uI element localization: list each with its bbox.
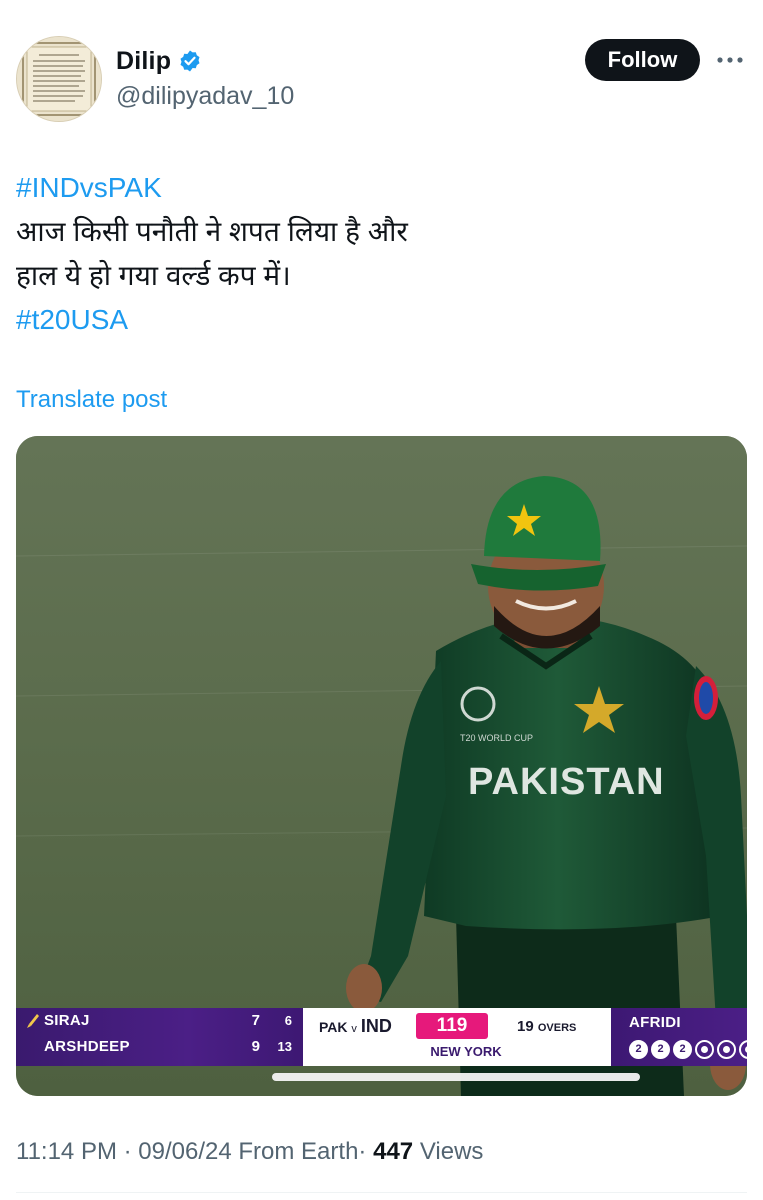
ball-indicator — [739, 1040, 747, 1059]
post-text-line: आज किसी पनौती ने शपत लिया है और — [16, 216, 408, 247]
post-time[interactable]: 11:14 PM — [16, 1138, 117, 1165]
post-source: From Earth — [238, 1138, 359, 1165]
views-label[interactable]: Views — [420, 1138, 484, 1165]
svg-text:T20 WORLD CUP: T20 WORLD CUP — [460, 733, 533, 743]
over-balls: 222 — [629, 1040, 747, 1059]
document-scroll-avatar-image — [17, 37, 101, 121]
ball-indicator — [717, 1040, 736, 1059]
ball-indicator: 2 — [651, 1040, 670, 1059]
batter-balls: 13 — [277, 1039, 292, 1054]
ball-indicator — [695, 1040, 714, 1059]
bowler-panel: AFRIDI 222 — [611, 1008, 747, 1066]
video-scrubber-bar[interactable] — [272, 1073, 640, 1081]
overs-unit: OVERS — [537, 1022, 577, 1034]
meta-separator: · — [358, 1138, 367, 1165]
batter-runs: 9 — [251, 1038, 260, 1055]
post-text: #INDvsPAK आज किसी पनौती ने शपत लिया है औ… — [16, 166, 736, 342]
ball-indicator: 2 — [629, 1040, 648, 1059]
overs-number: 19 — [517, 1018, 534, 1035]
divider — [16, 1192, 747, 1193]
bowling-team: PAK — [319, 1019, 348, 1035]
more-horizontal-icon[interactable] — [715, 50, 745, 70]
verified-badge-icon[interactable] — [178, 49, 202, 73]
hashtag-link-t20usa[interactable]: #t20USA — [16, 298, 736, 342]
batters-panel: SIRAJ 7 6 ARSHDEEP 9 13 — [16, 1008, 303, 1066]
versus-label: v — [351, 1023, 357, 1035]
match-teams: PAK v IND — [319, 1016, 392, 1037]
follow-button[interactable]: Follow — [585, 39, 700, 81]
ball-indicator: 2 — [673, 1040, 692, 1059]
tv-scoreboard: SIRAJ 7 6 ARSHDEEP 9 13 PAK v IND 119 19… — [16, 1008, 747, 1066]
post-date[interactable]: 09/06/24 — [138, 1138, 231, 1165]
venue-name: NEW YORK — [430, 1044, 502, 1059]
display-name[interactable]: Dilip — [116, 47, 171, 76]
cricket-player-photo: T20 WORLD CUP PAKISTAN — [16, 436, 747, 1096]
overs-count: 19 OVERS — [517, 1018, 576, 1035]
batter-runs: 7 — [251, 1012, 260, 1029]
post-text-line: हाल ये हो गया वर्ल्ड कप में। — [16, 260, 291, 291]
post-meta: 11:14 PM · 09/06/24 From Earth· 447 View… — [16, 1138, 483, 1166]
score-panel: PAK v IND 119 19 OVERS NEW YORK — [303, 1008, 611, 1066]
post-header: Dilip @dilipyadav_10 Follow — [0, 0, 763, 130]
user-handle[interactable]: @dilipyadav_10 — [116, 82, 294, 111]
bowler-name: AFRIDI — [629, 1014, 681, 1031]
batter-row: SIRAJ 7 6 — [16, 1008, 303, 1032]
jersey-text: PAKISTAN — [468, 761, 665, 803]
translate-post-link[interactable]: Translate post — [16, 386, 167, 414]
cricket-bat-icon — [27, 1014, 39, 1028]
name-row: Dilip — [116, 44, 202, 78]
meta-separator: · — [123, 1138, 132, 1165]
batter-name: ARSHDEEP — [44, 1038, 130, 1055]
avatar[interactable] — [16, 36, 102, 122]
batter-balls: 6 — [284, 1013, 292, 1028]
batter-name: SIRAJ — [44, 1012, 90, 1029]
hashtag-link-indvspak[interactable]: #INDvsPAK — [16, 166, 736, 210]
batting-team: IND — [360, 1016, 392, 1036]
batter-row: ARSHDEEP 9 13 — [16, 1034, 303, 1058]
views-count[interactable]: 447 — [373, 1138, 413, 1165]
team-score: 119 — [416, 1013, 488, 1039]
post-media-image[interactable]: T20 WORLD CUP PAKISTAN SIRAJ 7 6 ARSHDEE… — [16, 436, 747, 1096]
